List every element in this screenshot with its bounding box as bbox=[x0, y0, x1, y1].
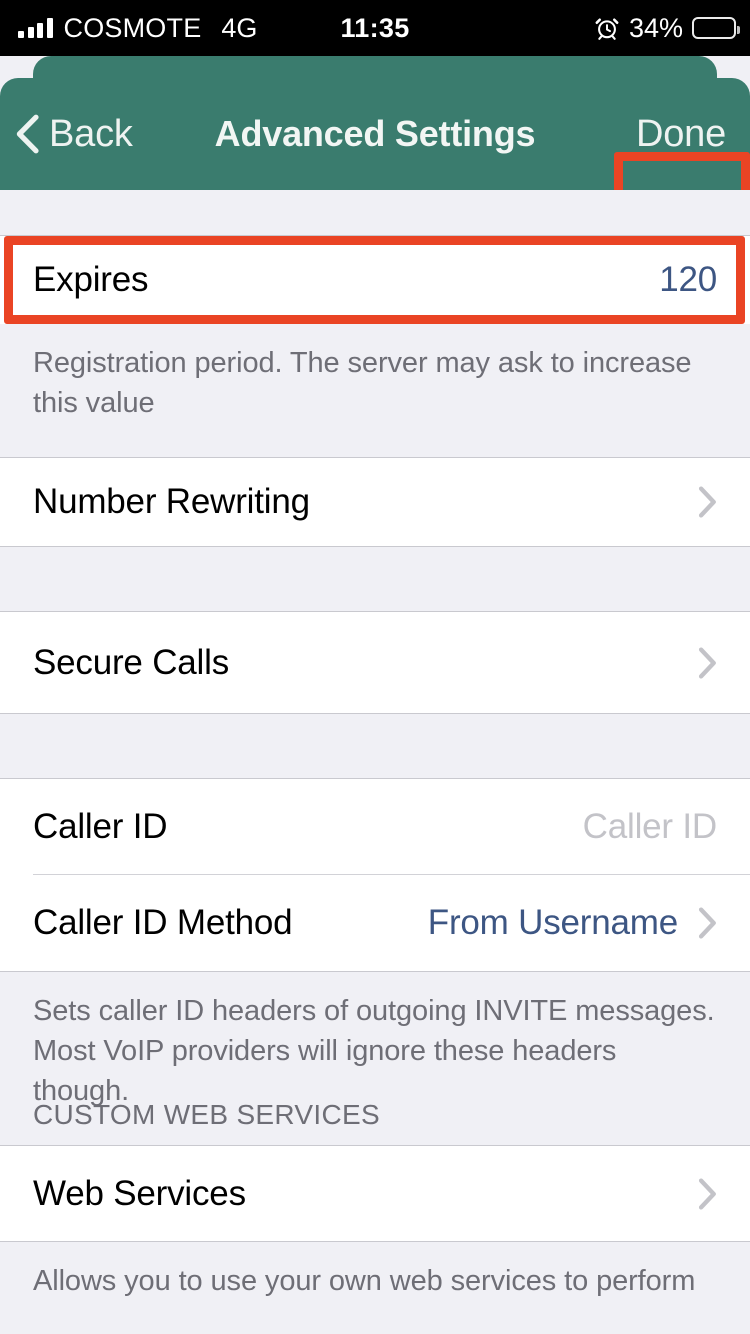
web-services-row[interactable]: Web Services bbox=[0, 1146, 750, 1241]
section-spacer-2 bbox=[0, 713, 750, 779]
top-spacer bbox=[0, 190, 750, 236]
expires-label: Expires bbox=[33, 260, 149, 299]
section-spacer-1 bbox=[0, 546, 750, 612]
custom-web-services-header-text: CUSTOM WEB SERVICES bbox=[33, 1099, 380, 1130]
number-rewriting-row[interactable]: Number Rewriting bbox=[0, 458, 750, 546]
chevron-right-icon bbox=[698, 907, 716, 939]
caller-id-label: Caller ID bbox=[33, 807, 168, 846]
caller-id-method-label: Caller ID Method bbox=[33, 903, 293, 942]
expires-value[interactable]: 120 bbox=[659, 260, 717, 300]
status-bar-right: 34% bbox=[594, 12, 740, 44]
expires-footer-text: Registration period. The server may ask … bbox=[33, 347, 692, 419]
number-rewriting-label: Number Rewriting bbox=[33, 482, 310, 521]
secure-calls-label: Secure Calls bbox=[33, 642, 230, 682]
expires-footer: Registration period. The server may ask … bbox=[0, 324, 750, 458]
web-services-footer-text: Allows you to use your own web services … bbox=[33, 1265, 696, 1297]
secure-calls-row[interactable]: Secure Calls bbox=[0, 612, 750, 713]
navigation-bar: Back Advanced Settings Done bbox=[0, 78, 750, 190]
caller-id-input[interactable]: Caller ID bbox=[583, 807, 718, 847]
battery-percent: 34% bbox=[628, 12, 683, 43]
alarm-clock-icon bbox=[595, 18, 619, 40]
chevron-right-icon bbox=[698, 1177, 716, 1210]
phone-screen: COSMOTE 4G 11:35 34% Back Advanced Setti… bbox=[0, 0, 750, 1334]
chevron-right-icon bbox=[698, 486, 716, 518]
settings-list: Expires 120 Registration period. The ser… bbox=[0, 190, 750, 1334]
caller-id-method-value: From Username bbox=[427, 903, 678, 942]
caller-id-method-row[interactable]: Caller ID Method From Username bbox=[0, 875, 750, 971]
web-services-label: Web Services bbox=[33, 1173, 246, 1213]
caller-id-footer: Sets caller ID headers of outgoing INVIT… bbox=[0, 971, 750, 1107]
battery-icon bbox=[692, 17, 740, 39]
done-button[interactable]: Done bbox=[622, 109, 740, 160]
chevron-right-icon bbox=[698, 646, 716, 679]
caller-id-row[interactable]: Caller ID Caller ID bbox=[0, 779, 750, 875]
expires-row[interactable]: Expires 120 bbox=[0, 236, 750, 324]
status-bar: COSMOTE 4G 11:35 34% bbox=[0, 0, 750, 56]
web-services-footer: Allows you to use your own web services … bbox=[0, 1241, 750, 1301]
navigation-bar-area: Back Advanced Settings Done bbox=[0, 56, 750, 230]
